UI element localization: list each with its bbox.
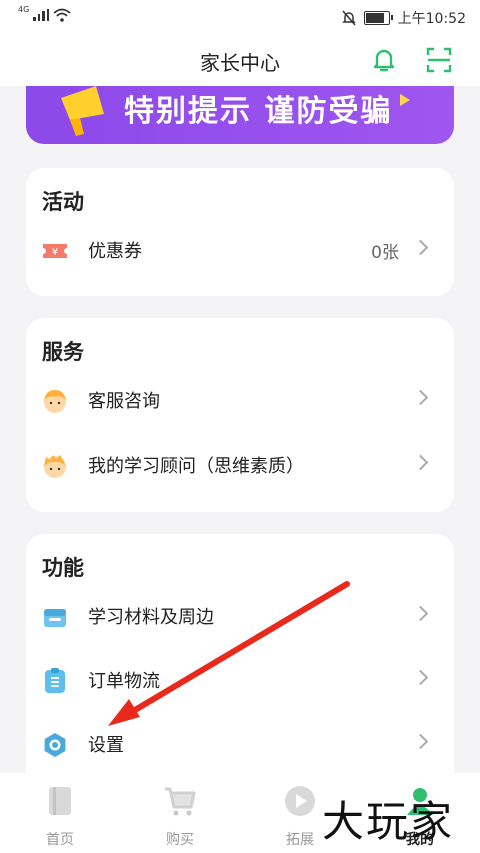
bell-icon[interactable] bbox=[370, 46, 398, 74]
page-title: 家长中心 bbox=[200, 51, 280, 75]
battery-icon bbox=[363, 11, 393, 25]
scan-icon[interactable] bbox=[425, 46, 453, 74]
service-section-title: 服务 bbox=[42, 340, 84, 364]
tab-home-label: 首页 bbox=[46, 832, 74, 848]
coupon-icon: ¥ bbox=[43, 244, 67, 258]
cart-icon bbox=[165, 787, 196, 816]
megaphone-icon bbox=[61, 86, 104, 136]
settings-icon bbox=[44, 733, 66, 757]
coupon-count: 0张 bbox=[371, 243, 399, 263]
chevron-right-icon bbox=[412, 733, 429, 750]
play-icon bbox=[285, 786, 315, 816]
coupon-label: 优惠券 bbox=[88, 241, 142, 262]
settings-label: 设置 bbox=[88, 735, 124, 756]
status-time: 上午10:52 bbox=[397, 11, 466, 27]
page-header: 家长中心 bbox=[0, 34, 480, 86]
advisor-avatar-icon bbox=[44, 455, 66, 478]
learning-materials-label: 学习材料及周边 bbox=[88, 607, 214, 628]
service-card: 服务 客服咨询 我的学习顾问（思维素质） bbox=[26, 318, 454, 512]
wifi-icon bbox=[53, 8, 71, 22]
settings-row[interactable]: 设置 bbox=[26, 719, 454, 771]
tab-buy-label: 购买 bbox=[166, 832, 194, 848]
learning-advisor-row[interactable]: 我的学习顾问（思维素质） bbox=[26, 440, 454, 492]
activity-card: 活动 ¥ 优惠券 0张 bbox=[26, 168, 454, 296]
order-logistics-row[interactable]: 订单物流 bbox=[26, 655, 454, 707]
clipboard-icon bbox=[45, 668, 65, 693]
status-bar: 4G 上午10:52 bbox=[0, 0, 480, 34]
chevron-right-icon bbox=[412, 454, 429, 471]
anti-fraud-banner[interactable]: 特别提示 谨防受骗 bbox=[26, 86, 454, 144]
chevron-right-icon bbox=[412, 389, 429, 406]
chevron-right-icon bbox=[412, 669, 429, 686]
customer-service-label: 客服咨询 bbox=[88, 391, 160, 412]
learning-materials-row[interactable]: 学习材料及周边 bbox=[26, 591, 454, 643]
activity-section-title: 活动 bbox=[42, 190, 84, 214]
mute-bell-icon bbox=[341, 10, 356, 26]
flag-icon bbox=[400, 94, 410, 106]
tab-home[interactable]: 首页 bbox=[20, 783, 100, 849]
tab-buy[interactable]: 购买 bbox=[140, 783, 220, 849]
signal-icon bbox=[33, 9, 50, 21]
book-icon bbox=[49, 787, 71, 815]
status-right: 上午10:52 bbox=[341, 8, 466, 28]
banner-text: 特别提示 谨防受骗 bbox=[124, 94, 393, 129]
customer-service-row[interactable]: 客服咨询 bbox=[26, 375, 454, 427]
chevron-right-icon bbox=[412, 239, 429, 256]
shop-icon bbox=[44, 609, 66, 627]
svg-text:¥: ¥ bbox=[52, 247, 58, 258]
customer-service-avatar-icon bbox=[44, 390, 66, 413]
features-section-title: 功能 bbox=[42, 556, 84, 580]
watermark-text: 大玩家 bbox=[322, 797, 455, 846]
features-card: 功能 学习材料及周边 订单物流 设置 bbox=[26, 534, 454, 794]
chevron-right-icon bbox=[412, 605, 429, 622]
coupon-row[interactable]: ¥ 优惠券 0张 bbox=[26, 225, 454, 277]
network-type: 4G bbox=[18, 4, 30, 14]
status-left: 4G bbox=[18, 4, 71, 22]
order-logistics-label: 订单物流 bbox=[88, 671, 160, 692]
learning-advisor-label: 我的学习顾问（思维素质） bbox=[88, 456, 304, 477]
